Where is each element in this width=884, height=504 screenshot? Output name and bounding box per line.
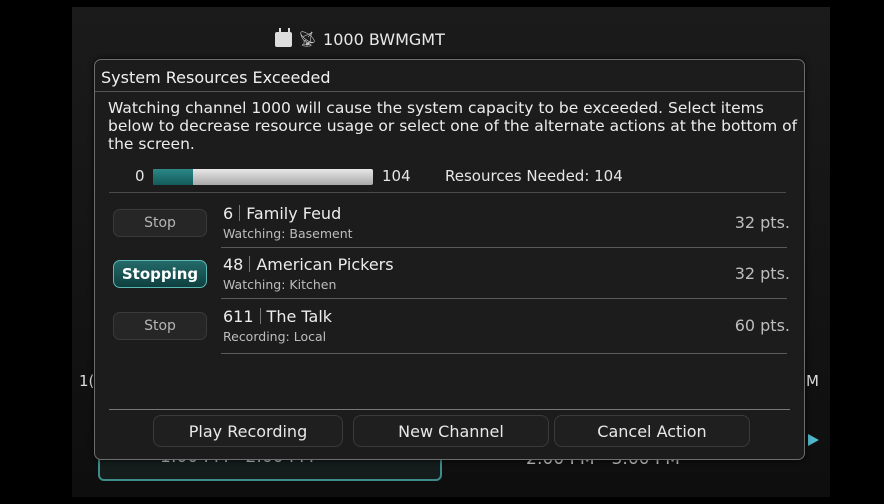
program-title: 611 The Talk [223, 307, 332, 326]
resource-points: 32 pts. [734, 213, 790, 232]
divider [109, 192, 786, 193]
divider [259, 308, 261, 324]
resource-min-label: 0 [135, 167, 145, 185]
list-item: Stop 6 Family Feud Watching: Basement 32 … [95, 199, 804, 245]
dialog-title: System Resources Exceeded [101, 68, 331, 87]
resource-bar [153, 169, 373, 185]
channel-number: 611 [223, 307, 254, 326]
divider [249, 256, 251, 272]
resource-bar-fill [153, 169, 193, 185]
resource-max-label: 104 [382, 167, 411, 185]
program-title: 48 American Pickers [223, 255, 394, 274]
channel-number: 6 [223, 204, 234, 223]
program-title: 6 Family Feud [223, 204, 341, 223]
play-recording-button[interactable]: Play Recording [153, 415, 343, 447]
resource-points: 60 pts. [734, 316, 790, 335]
list-item: Stop 611 The Talk Recording: Local 60 pts… [95, 302, 804, 348]
right-arrow-icon[interactable] [808, 434, 819, 446]
guide-time-fragment-right: M [806, 372, 819, 390]
program-status: Recording: Local [223, 329, 327, 344]
program-name: American Pickers [256, 255, 394, 274]
tv-icon [275, 31, 292, 47]
stopping-button[interactable]: Stopping [113, 260, 207, 288]
channel-name: 1000 BWMGMT [323, 29, 445, 49]
screen: 📡︎ 1000 BWMGMT 1( M 1:00 PM - 2:00 PM 2:… [0, 0, 884, 504]
program-name: The Talk [266, 307, 333, 326]
dialog-message: Watching channel 1000 will cause the sys… [108, 99, 798, 153]
program-status: Watching: Kitchen [223, 277, 337, 292]
channel-number: 48 [223, 255, 244, 274]
stop-button[interactable]: Stop [113, 312, 207, 340]
channel-header: 📡︎ 1000 BWMGMT [275, 26, 445, 52]
stop-button[interactable]: Stop [113, 209, 207, 237]
resources-needed-label: Resources Needed: 104 [445, 167, 623, 185]
new-channel-button[interactable]: New Channel [353, 415, 549, 447]
footer-divider [109, 409, 790, 410]
program-status: Watching: Basement [223, 226, 353, 241]
satellite-icon: 📡︎ [298, 30, 318, 48]
divider [221, 247, 787, 248]
resource-meter: 0 104 Resources Needed: 104 [95, 163, 804, 189]
list-item: Stopping 48 American Pickers Watching: Ki… [95, 250, 804, 296]
divider [239, 205, 241, 221]
title-divider [95, 91, 804, 92]
resource-points: 32 pts. [734, 264, 790, 283]
guide-time-fragment-left: 1( [79, 372, 95, 390]
resources-exceeded-dialog: System Resources Exceeded Watching chann… [94, 59, 805, 460]
program-name: Family Feud [246, 204, 342, 223]
divider [221, 353, 787, 354]
divider [221, 298, 787, 299]
cancel-action-button[interactable]: Cancel Action [554, 415, 750, 447]
